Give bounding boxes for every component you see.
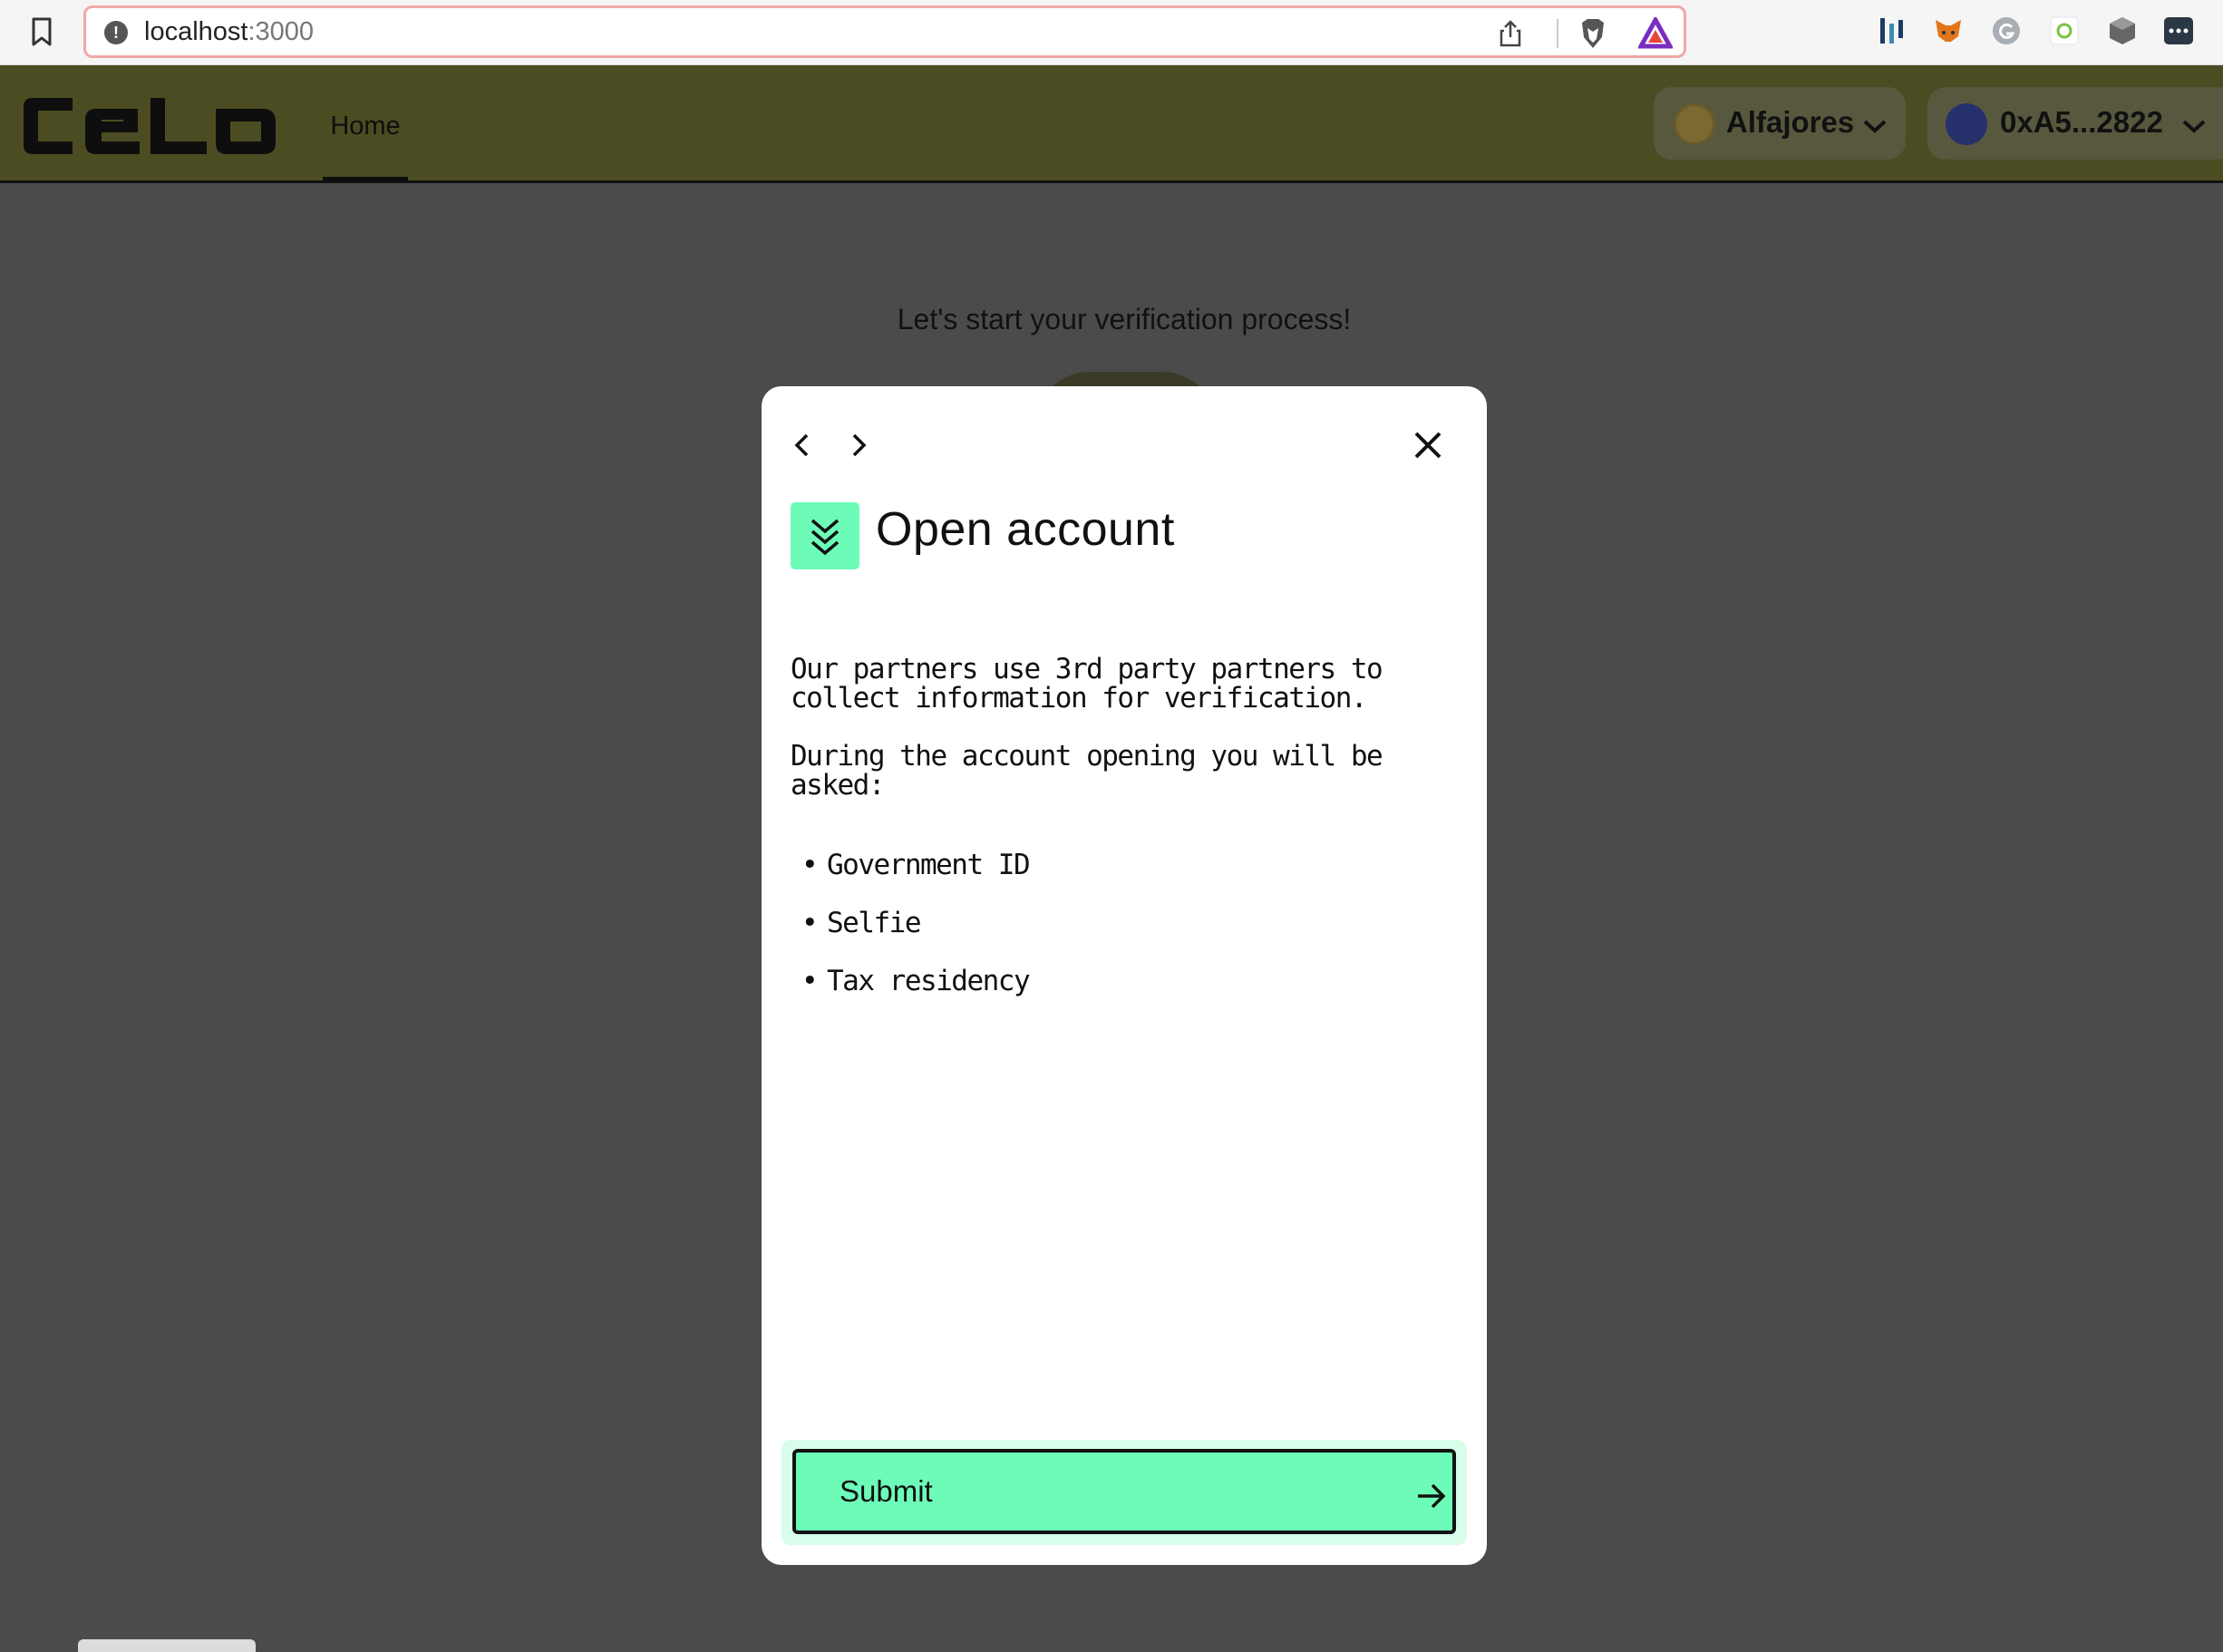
network-label: Alfajores (1726, 105, 1855, 139)
asked-paragraph: During the account opening you will be a… (791, 740, 1383, 802)
chevron-left-icon[interactable] (789, 430, 816, 461)
app-header: celo Home Alfajores 0xA5...2822 (0, 65, 2223, 183)
submit-focus-ring: Submit (781, 1440, 1467, 1545)
submit-label: Submit (840, 1474, 933, 1508)
list-item: Tax residency (801, 967, 1443, 996)
nav-home-tab[interactable]: Home (323, 65, 408, 181)
grammarly-icon[interactable] (1991, 15, 2022, 47)
open-account-modal: Open account Our partners use 3rd party … (762, 386, 1487, 1565)
brave-rewards-icon[interactable] (1638, 17, 1673, 50)
bars-icon[interactable] (1877, 15, 1908, 47)
requirements-list: Government ID Selfie Tax residency (791, 850, 1443, 996)
arrow-right-icon (1418, 1483, 1446, 1509)
modal-title: Open account (876, 503, 1175, 556)
submit-button[interactable]: Submit (792, 1449, 1456, 1534)
chevron-right-icon[interactable] (845, 430, 872, 461)
brave-shield-icon[interactable] (1578, 17, 1607, 50)
list-item: Government ID (801, 850, 1443, 879)
account-address: 0xA5...2822 (2000, 105, 2163, 139)
address-bar-divider (1557, 19, 1558, 48)
close-icon[interactable] (1411, 428, 1445, 462)
network-selector[interactable]: Alfajores (1654, 87, 1906, 160)
chevron-down-icon (2182, 120, 2206, 133)
bookmark-icon[interactable] (29, 16, 54, 47)
bottom-scroll-handle (78, 1639, 256, 1652)
chevron-down-icon (1863, 120, 1887, 133)
browser-toolbar: ! localhost:3000 (0, 0, 2223, 65)
share-icon[interactable] (1497, 19, 1524, 48)
intro-paragraph: Our partners use 3rd party partners to c… (791, 653, 1383, 714)
list-item: Selfie (801, 909, 1443, 938)
cube-icon[interactable] (2107, 15, 2138, 47)
page-heading: Let's start your verification process! (897, 303, 1352, 335)
network-icon (1674, 103, 1715, 145)
address-bar[interactable]: ! localhost:3000 (83, 5, 1686, 58)
modal-body: Our partners use 3rd party partners to c… (791, 655, 1443, 1025)
account-selector[interactable]: 0xA5...2822 (1927, 87, 2223, 160)
leaf-icon[interactable] (2049, 15, 2080, 47)
metamask-icon[interactable] (1933, 15, 1964, 47)
url-text[interactable]: localhost:3000 (144, 17, 314, 47)
chevrons-down-icon (791, 502, 859, 569)
menu-dots-icon[interactable] (2163, 15, 2194, 47)
site-info-icon[interactable]: ! (104, 21, 128, 44)
account-avatar (1946, 103, 1987, 145)
celo-logo[interactable]: celo (20, 94, 279, 158)
